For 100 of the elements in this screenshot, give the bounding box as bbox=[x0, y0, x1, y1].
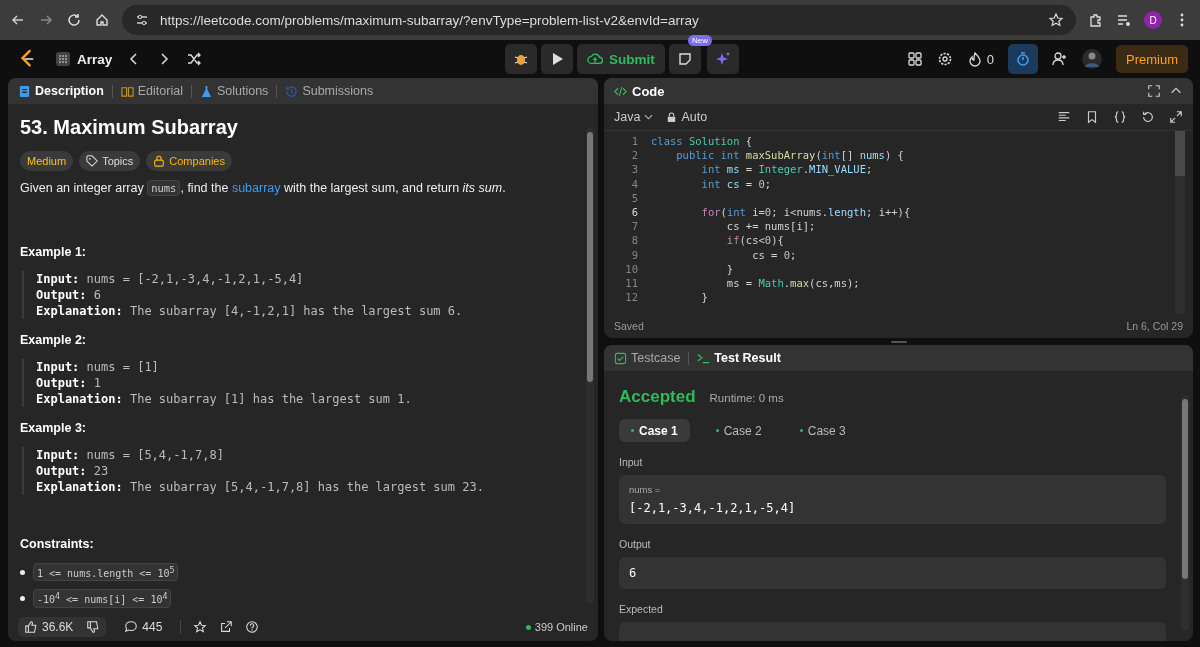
example-heading: Example 1: bbox=[20, 245, 87, 259]
book-icon bbox=[120, 84, 134, 98]
example-explanation-text: Explanation: The subarray [4,-1,2,1] has the largest sum 6. bbox=[36, 303, 464, 319]
example-heading: Example 3: bbox=[20, 421, 87, 435]
case-tab[interactable]: Case 1 bbox=[619, 419, 690, 442]
line-number: 3 bbox=[630, 163, 639, 176]
field-label: Output bbox=[619, 538, 652, 550]
verdict: Accepted bbox=[619, 387, 696, 407]
difficulty-tag[interactable]: Medium bbox=[20, 151, 74, 171]
code-line: for(int i=0; i<nums.length; i++){ bbox=[700, 206, 911, 219]
lock-icon bbox=[153, 155, 166, 167]
code-line: int cs = 0; bbox=[700, 177, 772, 190]
run-button[interactable] bbox=[541, 44, 573, 74]
streak-counter[interactable]: 0 bbox=[966, 51, 994, 67]
add-user-icon[interactable] bbox=[1052, 51, 1068, 67]
new-badge: New bbox=[688, 35, 712, 46]
scrollbar[interactable] bbox=[1175, 131, 1185, 314]
expand-icon[interactable] bbox=[1169, 110, 1183, 124]
constraints-heading: Constraints: bbox=[20, 537, 95, 551]
panel-tab[interactable]: Editorial bbox=[120, 84, 183, 98]
subarray-link[interactable]: subarray bbox=[231, 181, 281, 195]
reset-icon[interactable] bbox=[1141, 110, 1155, 124]
mode-label[interactable]: Auto bbox=[667, 110, 708, 124]
line-number: 7 bbox=[630, 220, 639, 233]
shuffle-icon[interactable] bbox=[186, 51, 203, 67]
profile-avatar[interactable]: D bbox=[1144, 11, 1162, 29]
save-status: Saved bbox=[614, 320, 644, 332]
panel-tab[interactable]: Testcase bbox=[614, 351, 681, 365]
companies-tag[interactable]: Companies bbox=[146, 151, 232, 171]
notes-button[interactable] bbox=[668, 44, 701, 74]
timer-button[interactable] bbox=[1008, 44, 1038, 74]
debug-button[interactable] bbox=[505, 44, 537, 74]
example-explanation-text: Explanation: The subarray [5,4,-1,7,8] has the largest sum 23. bbox=[36, 479, 485, 495]
problem-list-button[interactable]: Array bbox=[56, 51, 113, 67]
example-output-text: Output: 23 bbox=[36, 463, 110, 479]
output-value: 6 bbox=[629, 566, 638, 580]
line-number: 2 bbox=[630, 149, 639, 162]
logo-icon[interactable] bbox=[18, 49, 36, 69]
topics-tag[interactable]: Topics bbox=[79, 151, 141, 171]
code-line: if(cs<0){ bbox=[725, 234, 784, 247]
comments-button[interactable]: 445 bbox=[118, 617, 169, 637]
star-icon[interactable] bbox=[1048, 12, 1064, 28]
example-input-text: Input: nums = [1] bbox=[36, 359, 160, 375]
line-number: 9 bbox=[630, 248, 639, 261]
example-output-text: Output: 1 bbox=[36, 375, 103, 391]
code-line: } bbox=[725, 262, 734, 275]
example-heading: Example 2: bbox=[20, 333, 87, 347]
code-line: cs = 0; bbox=[751, 248, 797, 261]
sparkle-button[interactable] bbox=[706, 44, 739, 74]
document-icon bbox=[18, 84, 31, 98]
media-icon[interactable] bbox=[1116, 12, 1132, 28]
grid-icon bbox=[56, 52, 70, 66]
panel-tab[interactable]: Solutions bbox=[199, 84, 269, 98]
chevron-down-icon bbox=[644, 114, 654, 120]
tag-icon bbox=[86, 155, 99, 167]
format-icon[interactable] bbox=[1057, 110, 1071, 124]
home-icon[interactable] bbox=[94, 12, 110, 28]
panel-title: Code bbox=[614, 83, 665, 99]
fullscreen-icon[interactable] bbox=[1147, 84, 1161, 98]
history-icon bbox=[285, 84, 299, 98]
problem-statement: Given an integer array nums , find the subarray with the largest sum, and return its sum. bbox=[20, 181, 507, 195]
site-settings-icon[interactable] bbox=[134, 12, 150, 28]
code-line: ms = Math.max(cs,ms); bbox=[725, 276, 860, 289]
line-number: 10 bbox=[624, 262, 639, 275]
address-bar[interactable]: https://leetcode.com/problems/maximum-subarray/?envType=problem-list-v2&envId=array bbox=[122, 5, 1076, 35]
line-number: 5 bbox=[630, 191, 639, 204]
cloud-upload-icon bbox=[587, 51, 603, 67]
reload-icon[interactable] bbox=[66, 12, 82, 28]
case-tab[interactable]: Case 3 bbox=[787, 419, 858, 442]
constraint: 1 <= nums.length <= 10$^{5}$ bbox=[33, 563, 179, 582]
field-label: Input bbox=[619, 456, 644, 468]
thumbs-up-icon bbox=[24, 620, 38, 634]
code-line: class Solution { bbox=[651, 135, 753, 148]
premium-button[interactable]: Premium bbox=[1116, 45, 1188, 73]
note-icon bbox=[676, 51, 693, 67]
extensions-icon[interactable] bbox=[1088, 12, 1104, 28]
panel-tab[interactable]: Submissions bbox=[285, 84, 374, 98]
bookmark-icon[interactable] bbox=[1085, 110, 1099, 124]
settings-icon[interactable] bbox=[936, 51, 953, 67]
panel-tab[interactable]: Description bbox=[18, 84, 104, 98]
share-icon[interactable] bbox=[219, 620, 234, 634]
field-label: Expected bbox=[619, 603, 664, 615]
lock-icon bbox=[667, 111, 677, 123]
example-input-text: Input: nums = [5,4,-1,7,8] bbox=[36, 447, 225, 463]
help-icon[interactable] bbox=[245, 620, 260, 634]
example-input-text: Input: nums = [-2,1,-3,4,-1,2,1,-5,4] bbox=[36, 271, 305, 287]
terminal-icon bbox=[697, 351, 711, 365]
braces-icon[interactable] bbox=[1113, 110, 1127, 124]
layout-icon[interactable] bbox=[906, 51, 923, 67]
scrollbar[interactable] bbox=[586, 128, 594, 603]
submit-button[interactable]: Submit bbox=[577, 44, 665, 74]
comment-icon bbox=[124, 620, 139, 634]
user-avatar[interactable] bbox=[1082, 49, 1102, 69]
line-number: 12 bbox=[624, 291, 639, 304]
flask-icon bbox=[199, 84, 213, 98]
case-tab[interactable]: Case 2 bbox=[703, 419, 774, 442]
panel-tab[interactable]: Test Result bbox=[697, 351, 781, 365]
language-dropdown[interactable]: Java bbox=[614, 110, 654, 124]
star-icon[interactable] bbox=[193, 620, 208, 634]
scrollbar[interactable] bbox=[1181, 395, 1189, 631]
